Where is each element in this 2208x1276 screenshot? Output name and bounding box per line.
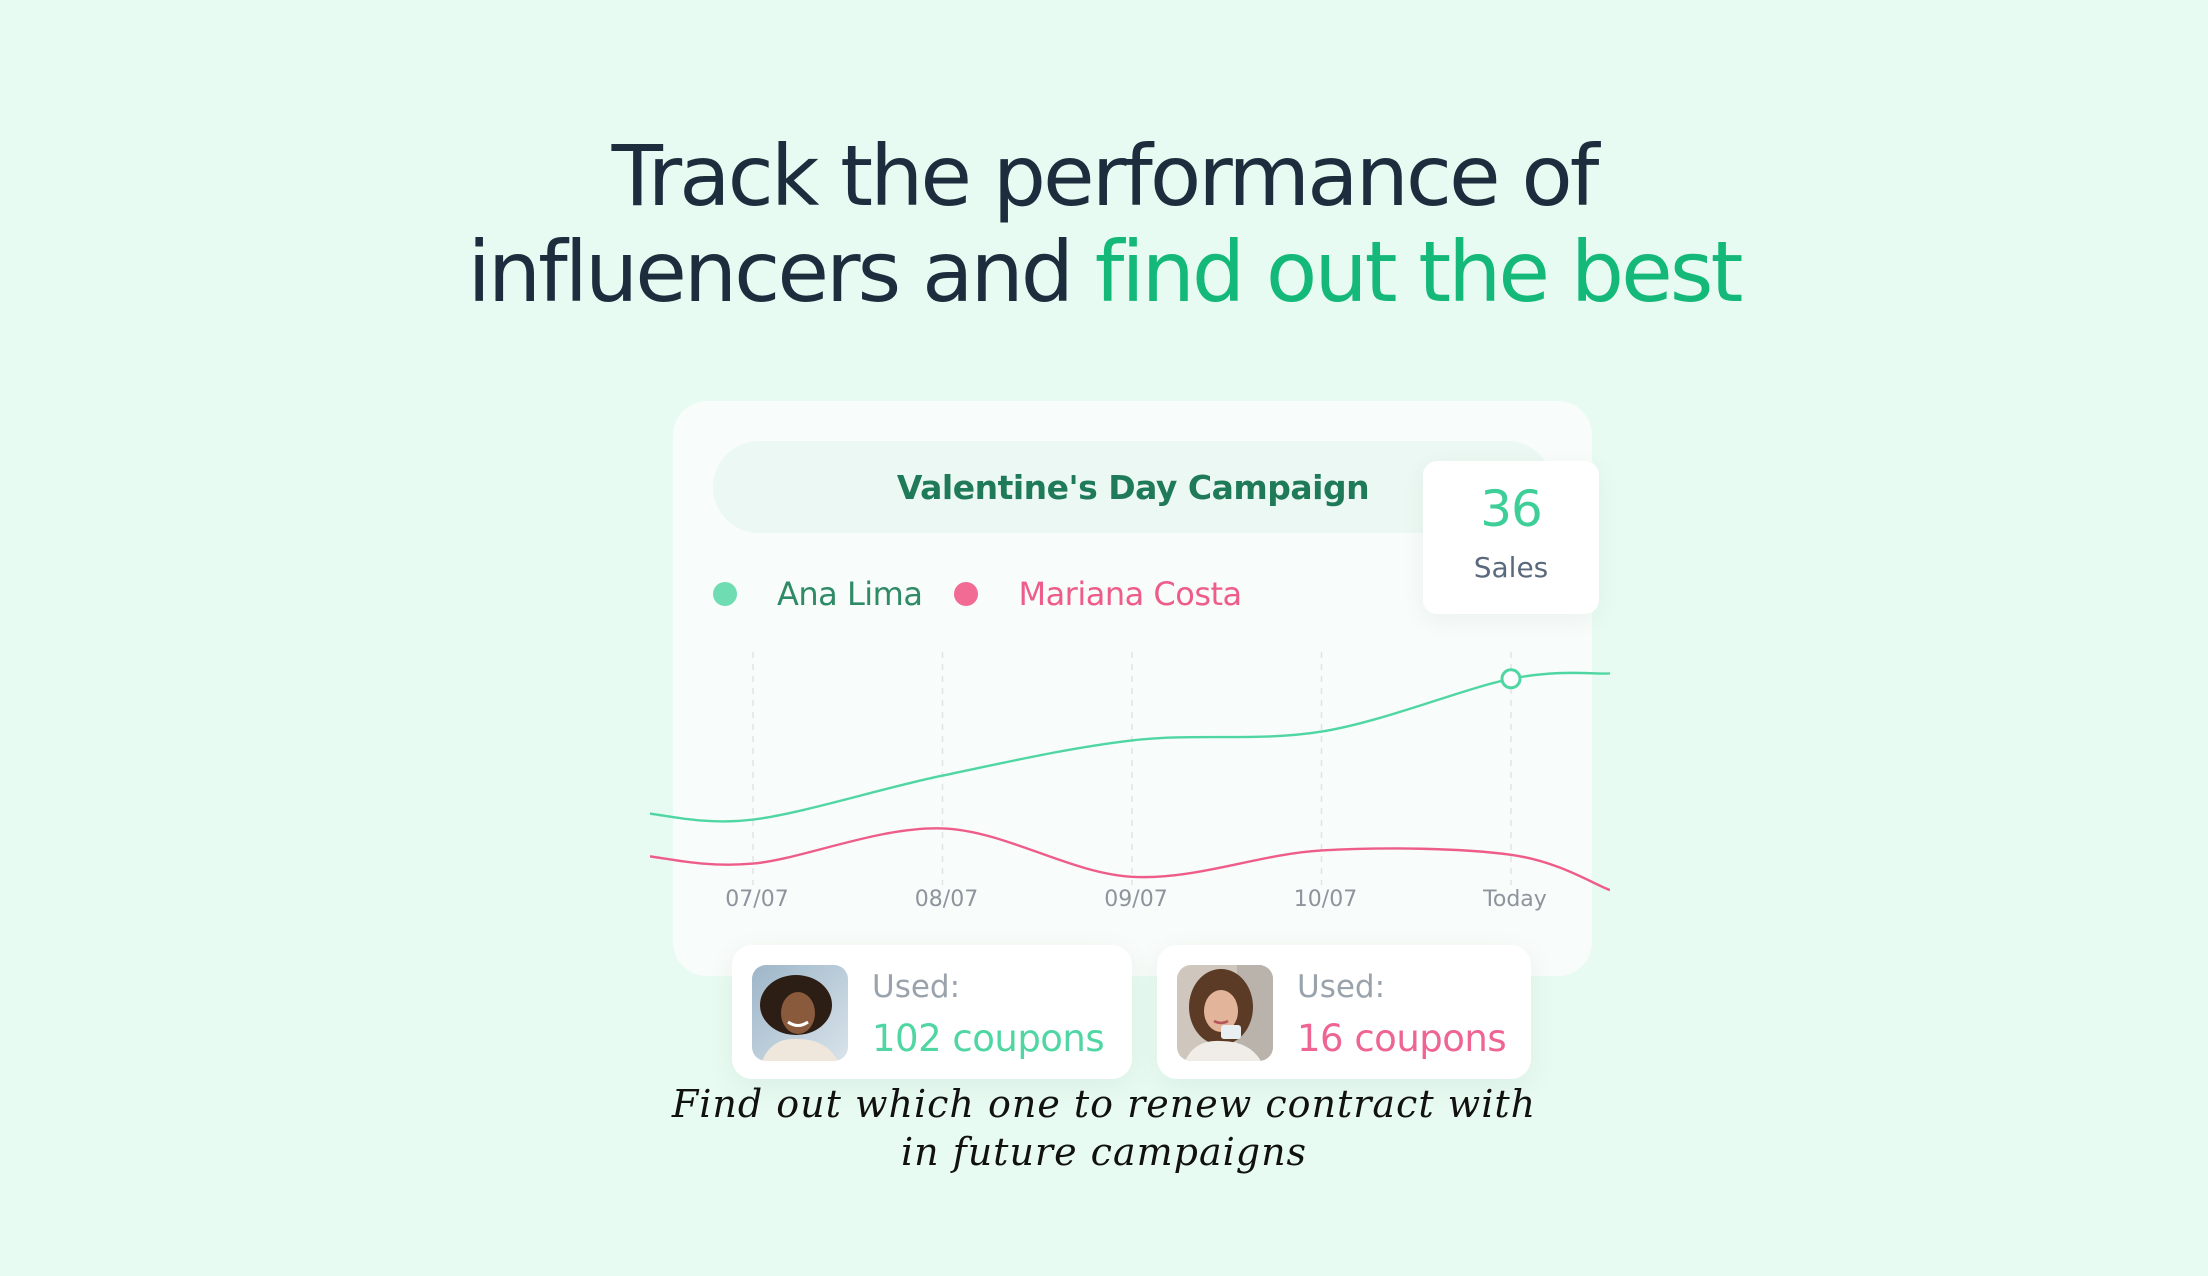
highlight-point-marker[interactable]: [1500, 668, 1522, 690]
handwritten-note: Find out which one to renew contract wit…: [0, 1080, 2208, 1176]
coupon-count-mariana: 16 coupons: [1297, 1017, 1507, 1060]
page: Track the performance of influencers and…: [0, 0, 2208, 1276]
legend-item-ana[interactable]: Ana Lima: [713, 575, 923, 613]
x-tick-label-0: 07/07: [725, 887, 788, 912]
series-line-mariana: [650, 827, 1610, 892]
ana-dot-icon: [713, 582, 737, 606]
sales-tooltip: 36 Sales: [1423, 461, 1599, 614]
avatar-ana-icon: [752, 965, 848, 1061]
chart-legend: Ana Lima Mariana Costa: [713, 569, 1242, 619]
x-tick-label-2: 09/07: [1104, 887, 1167, 912]
note-line-1: Find out which one to renew contract wit…: [671, 1082, 1537, 1126]
mariana-dot-icon: [954, 582, 979, 606]
legend-label-mariana: Mariana Costa: [1018, 575, 1242, 613]
x-tick-label-4: Today: [1482, 887, 1547, 912]
sales-tooltip-label: Sales: [1473, 551, 1549, 584]
headline-line-2: influencers and: [467, 223, 1075, 321]
note-line-2: in future campaigns: [900, 1130, 1308, 1174]
sales-tooltip-value: 36: [1480, 480, 1543, 538]
coupon-card-mariana[interactable]: Used: 16 coupons: [1157, 945, 1531, 1079]
series-line-ana: [650, 671, 1610, 823]
coupon-count-ana: 102 coupons: [872, 1017, 1105, 1060]
avatar-mariana-icon: [1177, 965, 1273, 1061]
x-tick-label-3: 10/07: [1294, 887, 1357, 912]
coupon-card-ana[interactable]: Used: 102 coupons: [732, 945, 1132, 1079]
avatar: [752, 965, 848, 1061]
avatar: [1177, 965, 1273, 1061]
x-tick-label-1: 08/07: [915, 887, 978, 912]
coupon-used-label-ana: Used:: [872, 969, 961, 1005]
campaign-title: Valentine's Day Campaign: [896, 467, 1370, 507]
legend-item-mariana[interactable]: Mariana Costa: [954, 575, 1242, 613]
headline-line-1: Track the performance of: [611, 127, 1600, 225]
sales-line-chart: 07/07 08/07 09/07 10/07 Today: [650, 652, 1610, 912]
legend-label-ana: Ana Lima: [777, 575, 923, 613]
page-headline: Track the performance of influencers and…: [0, 128, 2208, 320]
coupon-used-label-mariana: Used:: [1297, 969, 1386, 1005]
headline-accent: find out the best: [1094, 223, 1744, 321]
